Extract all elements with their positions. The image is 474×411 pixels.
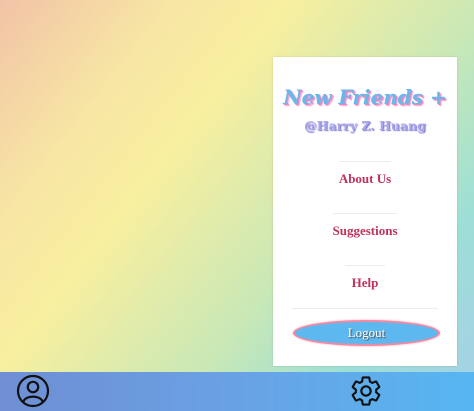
menu-divider [345,265,385,266]
app-title: New Friends + [283,85,447,109]
menu-divider [333,213,397,214]
user-profile-icon[interactable] [16,374,50,408]
logout-button[interactable]: Logout [293,320,440,346]
bottom-nav-bar [0,372,474,411]
menu-divider [292,308,438,309]
menu-item-about-us[interactable]: About Us [273,171,457,187]
username-label: @Harry Z. Huang [304,118,426,133]
menu-item-help[interactable]: Help [273,275,457,291]
gear-icon[interactable] [349,374,383,408]
logout-label: Logout [347,325,386,340]
side-menu-panel: New Friends + @Harry Z. Huang About Us S… [273,57,457,366]
menu-item-suggestions[interactable]: Suggestions [273,223,457,239]
menu-divider [339,161,391,162]
